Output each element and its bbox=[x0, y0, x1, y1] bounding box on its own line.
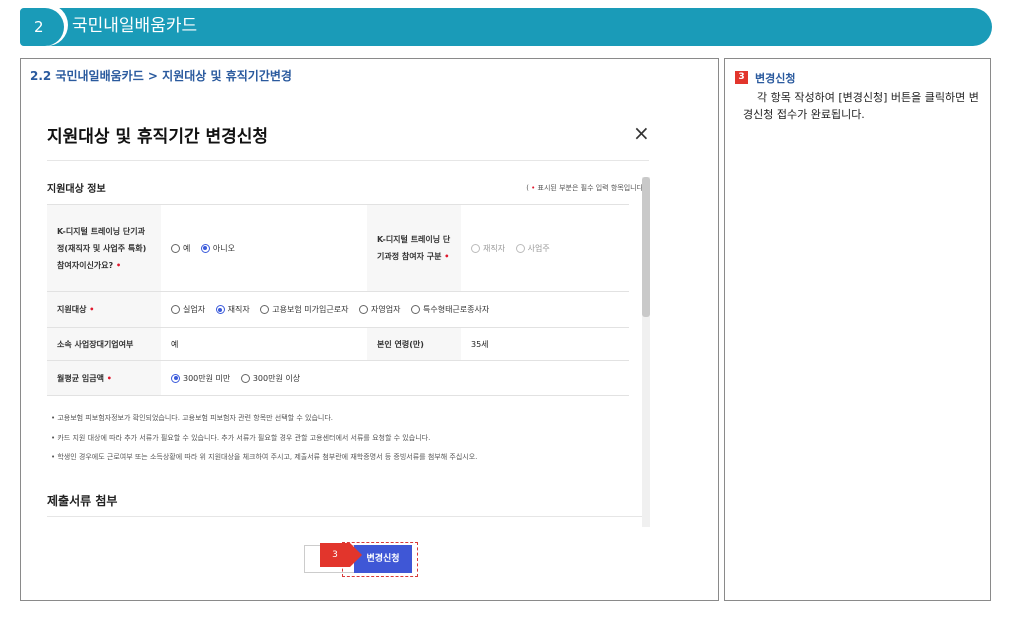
step-marker-arrow bbox=[350, 543, 362, 567]
step-badge: 3 bbox=[735, 71, 748, 84]
radio-special-worker[interactable]: 특수형태근로종사자 bbox=[410, 304, 489, 315]
description-title: 변경신청 bbox=[755, 72, 796, 85]
radio-wage-over[interactable]: 300만원 이상 bbox=[240, 373, 300, 384]
notice-item: • 고용보험 피보험자정보가 확인되었습니다. 고용보험 피보험자 관련 항목만… bbox=[51, 414, 333, 422]
support-target-options: 실업자 재직자 고용보험 미가입근로자 자영업자 특수형태근로종사자 bbox=[161, 291, 629, 328]
radio-digital-yes[interactable]: 예 bbox=[171, 243, 190, 254]
apply-change-button[interactable]: 변경신청 bbox=[354, 545, 412, 573]
radio-self-employed[interactable]: 자영업자 bbox=[358, 304, 400, 315]
radio-employed[interactable]: 재직자 bbox=[215, 304, 250, 315]
section-title: 국민내일배움카드 bbox=[72, 16, 198, 36]
digital-type-options: 재직자 사업주 bbox=[461, 204, 629, 292]
notice-list: • 고용보험 피보험자정보가 확인되었습니다. 고용보험 피보험자 관련 항목만… bbox=[51, 409, 477, 468]
radio-unemployed[interactable]: 실업자 bbox=[171, 304, 205, 315]
wage-label: 월평균 임금액 • bbox=[47, 360, 161, 396]
breadcrumb: 2.2 국민내일배움카드 > 지원대상 및 휴직기간변경 bbox=[30, 69, 292, 83]
age-label: 본인 연령(만) bbox=[367, 327, 461, 361]
radio-digital-no[interactable]: 아니오 bbox=[200, 243, 235, 254]
company-size-value: 예 bbox=[161, 327, 367, 361]
support-info-table: K-디지털 트레이닝 단기과정(재직자 및 사업주 특화) 참여자이신가요? •… bbox=[47, 204, 629, 396]
description-panel: 3 변경신청 각 항목 작성하여 [변경신청] 버튼을 클릭하면 변경신청 접수… bbox=[724, 58, 991, 601]
required-note: ( • 표시된 부분은 필수 입력 항목입니다.) bbox=[526, 184, 648, 192]
company-size-label: 소속 사업장대기업여부 bbox=[47, 327, 161, 361]
digital-participant-options: 예 아니오 bbox=[161, 204, 367, 292]
description-text: 각 항목 작성하여 [변경신청] 버튼을 클릭하면 변경신청 접수가 완료됩니다… bbox=[743, 91, 979, 121]
modal-title: 지원대상 및 휴직기간 변경신청 bbox=[47, 127, 269, 147]
radio-digital-type-employee: 재직자 bbox=[471, 243, 505, 254]
close-icon[interactable]: × bbox=[633, 121, 650, 145]
radio-digital-type-employer: 사업주 bbox=[515, 243, 550, 254]
screenshot-panel: 2.2 국민내일배움카드 > 지원대상 및 휴직기간변경 지원대상 및 휴직기간… bbox=[20, 58, 719, 601]
notice-item: • 학생인 경우에도 근로여부 또는 소득상황에 따라 위 지원대상을 체크하여… bbox=[51, 453, 478, 461]
section-number: 2 bbox=[20, 8, 64, 46]
digital-participant-label: K-디지털 트레이닝 단기과정(재직자 및 사업주 특화) 참여자이신가요? • bbox=[47, 204, 161, 292]
notice-item: • 카드 지원 대상에 따라 추가 서류가 필요할 수 있습니다. 추가 서류가… bbox=[51, 433, 431, 442]
attachment-heading: 제출서류 첨부 bbox=[47, 494, 118, 508]
radio-uninsured[interactable]: 고용보험 미가입근로자 bbox=[260, 304, 348, 315]
attachment-divider bbox=[47, 516, 642, 517]
title-divider bbox=[47, 160, 649, 161]
step-marker: 3 bbox=[320, 543, 350, 567]
support-target-label: 지원대상 • bbox=[47, 291, 161, 328]
wage-options: 300만원 미만 300만원 이상 bbox=[161, 360, 629, 396]
scrollbar-thumb[interactable] bbox=[642, 177, 650, 317]
digital-type-label: K-디지털 트레이닝 단기과정 참여자 구분 • bbox=[367, 204, 461, 292]
section-subhead: 지원대상 정보 bbox=[47, 184, 106, 195]
age-value: 35세 bbox=[461, 327, 629, 361]
radio-wage-under[interactable]: 300만원 미만 bbox=[171, 373, 230, 384]
